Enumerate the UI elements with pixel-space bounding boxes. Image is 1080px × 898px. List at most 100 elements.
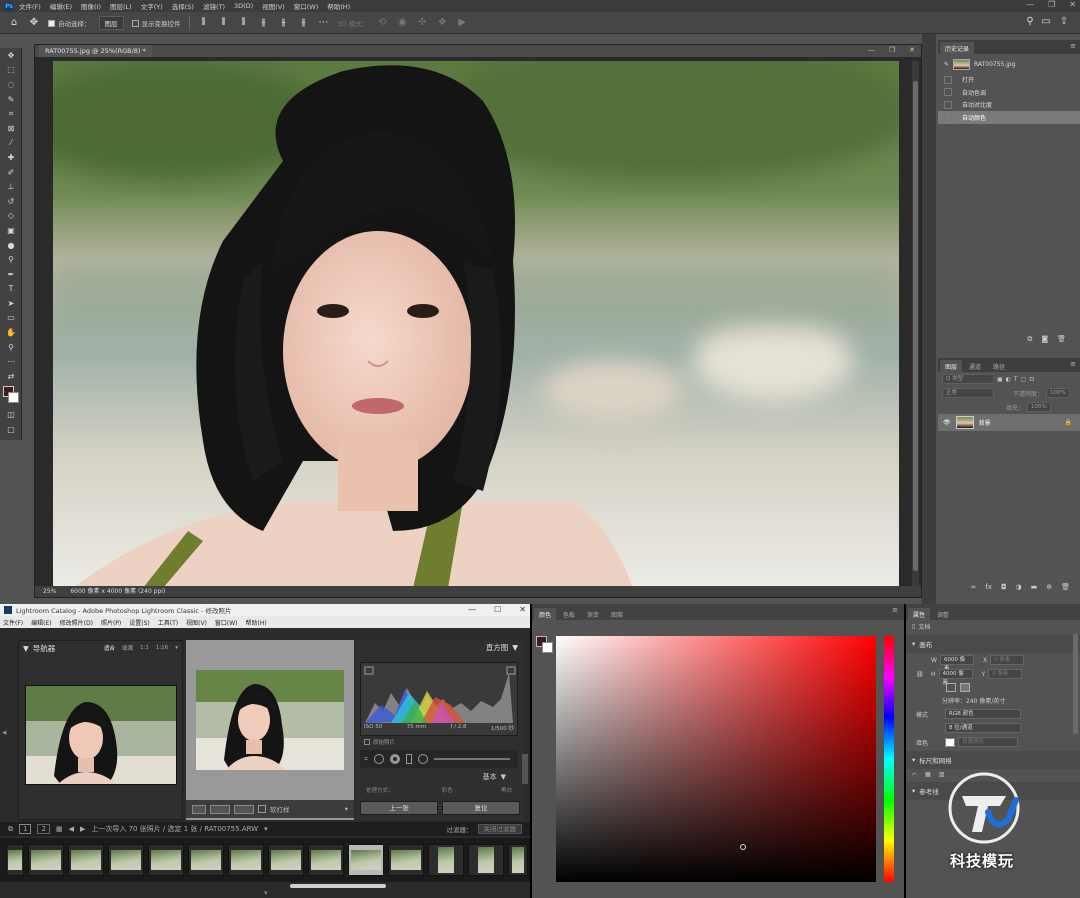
lr-minimize-icon[interactable]: — — [468, 604, 476, 616]
filter-type-icon[interactable]: T — [1014, 376, 1018, 383]
page-2-button[interactable]: 2 — [37, 824, 50, 834]
layer-filter-search[interactable]: Q 类型 — [942, 374, 994, 384]
screen-mode-icon[interactable]: ▢ — [0, 422, 22, 437]
adjustment-layer-icon[interactable]: ◑ — [1016, 583, 1022, 591]
page-1-button[interactable]: 1 — [19, 824, 32, 834]
new-snapshot-icon[interactable]: ◙ — [1041, 335, 1048, 343]
film-thumb[interactable] — [148, 844, 184, 876]
right-panel-scroll[interactable] — [522, 754, 528, 784]
secondary-window-icon[interactable]: ⧉ — [8, 825, 13, 834]
more-options-icon[interactable]: ⋯ — [318, 17, 330, 29]
film-thumb[interactable] — [308, 844, 344, 876]
menu-file[interactable]: 文件(F) — [19, 1, 41, 11]
delete-layer-icon[interactable]: 🗑 — [1061, 583, 1070, 591]
workspace-icon[interactable]: ▭ — [1040, 16, 1052, 28]
collapse-triangle-icon[interactable]: ▾ — [912, 640, 915, 648]
filter-adjust-icon[interactable]: ◐ — [1006, 376, 1011, 383]
fg-bg-swatch[interactable] — [536, 636, 554, 654]
film-thumb[interactable] — [108, 844, 144, 876]
lr-menu-view[interactable]: 视图(V) — [186, 618, 207, 627]
lr-image-view[interactable] — [186, 640, 354, 820]
portrait-orientation-icon[interactable] — [946, 683, 956, 692]
panel-menu-icon[interactable]: ≡ — [1070, 360, 1076, 368]
search-icon[interactable]: ⚲ — [1024, 16, 1036, 28]
gradient-tool-icon[interactable]: ▣ — [0, 223, 22, 238]
3d-pan-icon[interactable]: ✣ — [416, 17, 428, 29]
color-picker-marker[interactable] — [740, 844, 746, 850]
link-dimensions-icon[interactable]: ⛓ — [916, 671, 928, 678]
source-dropdown-icon[interactable]: ▾ — [264, 825, 268, 833]
rectangle-tool-icon[interactable]: ▭ — [0, 311, 22, 326]
film-thumb[interactable] — [468, 844, 504, 876]
lr-menu-develop[interactable]: 修改照片(D) — [60, 618, 93, 627]
before-after-icon[interactable] — [210, 804, 230, 814]
hue-slider[interactable] — [884, 636, 894, 882]
new-document-from-state-icon[interactable]: ⧉ — [1027, 335, 1032, 344]
path-select-icon[interactable]: ➤ — [0, 296, 22, 311]
lr-menu-file[interactable]: 文件(F) — [3, 618, 23, 627]
fill-dropdown[interactable]: 背景颜色 — [958, 737, 1018, 747]
history-brush-icon[interactable]: ↺ — [0, 194, 22, 209]
crop-grid-icon[interactable]: ⌗ — [364, 755, 368, 764]
collapse-triangle-icon[interactable]: ▼ — [512, 643, 518, 652]
zoom-dropdown-icon[interactable]: ▾ — [175, 645, 178, 651]
3d-slide-icon[interactable]: ❖ — [436, 17, 448, 29]
film-thumb[interactable] — [228, 844, 264, 876]
width-input[interactable]: 6000 像素 — [939, 655, 974, 672]
spot-removal-icon[interactable] — [373, 754, 384, 764]
tab-layers[interactable]: 图层 — [940, 360, 963, 372]
fx-icon[interactable]: fx — [985, 583, 992, 591]
menu-help[interactable]: 帮助(H) — [327, 1, 350, 11]
menu-type[interactable]: 文字(Y) — [141, 1, 163, 11]
align-top-icon[interactable]: ⫵ — [258, 17, 270, 29]
navigator-header[interactable]: ▼ 导航器 适合 填满 1:1 1:16 ▾ — [19, 641, 182, 655]
histogram-header[interactable]: 直方图 ▼ — [356, 640, 524, 654]
history-snapshot[interactable]: ✎ RAT00755.jpg — [938, 58, 1080, 71]
basic-panel-header[interactable]: 基本 ▼ — [356, 770, 524, 784]
3d-camera-icon[interactable]: ▶ — [456, 17, 468, 29]
lock-icon[interactable]: 🔒 — [1065, 419, 1072, 426]
collapse-triangle-icon[interactable]: ▼ — [501, 773, 506, 781]
film-thumb[interactable] — [388, 844, 424, 876]
doc-restore-icon[interactable]: ❐ — [889, 46, 895, 54]
menu-select[interactable]: 选择(S) — [172, 1, 194, 11]
yy-view-icon[interactable] — [234, 804, 254, 814]
hand-tool-icon[interactable]: ✋ — [0, 325, 22, 340]
grid-view-icon[interactable]: ▦ — [56, 825, 63, 833]
film-thumb-selected[interactable] — [348, 844, 384, 876]
lr-menu-help[interactable]: 帮助(H) — [246, 618, 267, 627]
opacity-input[interactable]: 100% — [1046, 388, 1070, 398]
fill-swatch[interactable] — [945, 737, 955, 747]
filter-pixel-icon[interactable]: ▣ — [997, 376, 1003, 383]
panel-menu-icon[interactable]: ≡ — [892, 606, 898, 614]
3d-rotate-icon[interactable]: ⟲ — [376, 17, 388, 29]
properties-scrollbar[interactable] — [1073, 634, 1078, 734]
eye-icon[interactable]: 👁 — [943, 419, 951, 426]
left-panel-toggle-icon[interactable]: ◂ — [2, 728, 14, 748]
show-transform-checkbox[interactable]: 显示变换控件 — [131, 18, 181, 28]
collapse-triangle-icon[interactable]: ▼ — [23, 644, 29, 653]
align-bottom-icon[interactable]: ⫵ — [298, 17, 310, 29]
move-tool-icon[interactable]: ✥ — [0, 48, 22, 63]
3d-roll-icon[interactable]: ◉ — [396, 17, 408, 29]
lr-menu-tools[interactable]: 工具(T) — [158, 618, 178, 627]
type-tool-icon[interactable]: T — [0, 282, 22, 297]
canvas-section-header[interactable]: ▾ 画布 — [906, 635, 1080, 653]
zoom-fill[interactable]: 填满 — [122, 644, 133, 652]
menu-layer[interactable]: 图层(L) — [110, 1, 132, 11]
zoom-tool-icon[interactable]: ⚲ — [0, 340, 22, 355]
brush-tool-icon[interactable]: ✐ — [0, 165, 22, 180]
eyedropper-icon[interactable]: ⁄ — [0, 136, 22, 151]
auto-select-dropdown[interactable]: 图层 — [98, 15, 124, 30]
dodge-tool-icon[interactable]: ⚲ — [0, 252, 22, 267]
lr-menu-photo[interactable]: 照片(P) — [101, 618, 121, 627]
tab-gradients[interactable]: 渐变 — [582, 608, 604, 620]
menu-window[interactable]: 窗口(W) — [294, 1, 319, 11]
collapse-triangle-icon[interactable]: ▾ — [912, 787, 915, 795]
marquee-tool-icon[interactable]: ⬚ — [0, 63, 22, 78]
redeye-icon[interactable] — [389, 754, 400, 764]
radial-filter-icon[interactable] — [417, 754, 428, 764]
doc-close-icon[interactable]: ✕ — [909, 46, 915, 54]
quick-mask-icon[interactable]: ◫ — [0, 408, 22, 423]
history-item-selected[interactable]: 自动颜色 — [938, 111, 1080, 124]
